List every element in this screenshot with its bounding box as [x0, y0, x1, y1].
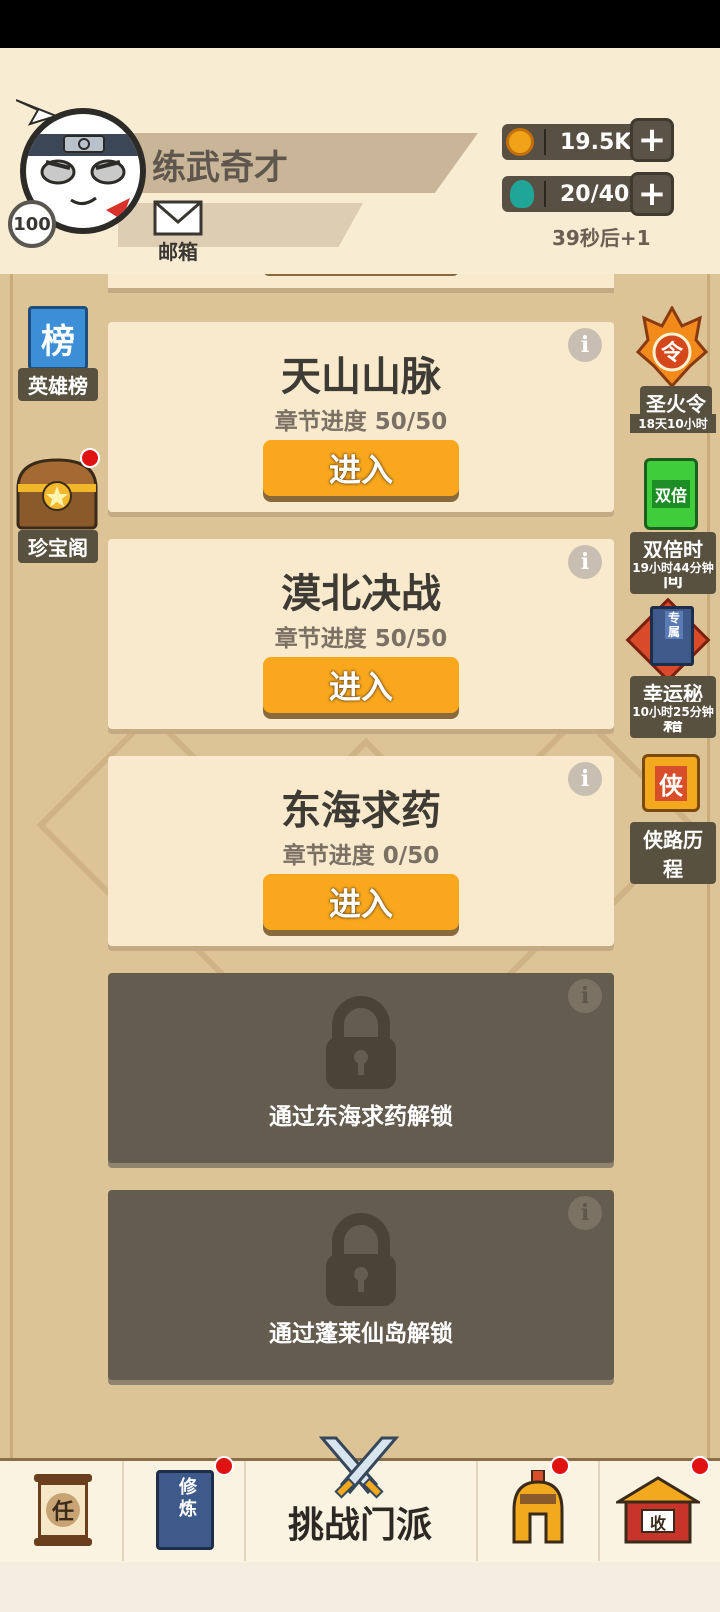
notification-dot [80, 448, 100, 468]
chapter-title: 东海求药 [281, 788, 441, 834]
ranking-board-icon: 榜 [28, 306, 88, 370]
chapter-progress: 章节进度 50/50 [274, 409, 448, 435]
energy-orb-icon [510, 180, 534, 208]
envelope-icon [153, 200, 203, 236]
coin-icon [506, 128, 534, 156]
helmet-icon [512, 1470, 564, 1544]
add-copper-button[interactable]: + [630, 118, 674, 162]
double-time-timer: 19小时44分钟 [630, 558, 716, 577]
info-icon[interactable]: i [568, 762, 602, 796]
nav-collect-button[interactable]: 收 [600, 1456, 720, 1558]
collect-icon-text: 收 [649, 1514, 666, 1533]
copper-counter: 19.5K [502, 124, 642, 160]
challenge-label: 挑战门派 [287, 1505, 432, 1546]
chapter-card: 漠北决战 章节进度 50/50 进入 i [108, 539, 614, 729]
copper-divider [544, 129, 546, 155]
level-badge: 100 [8, 200, 56, 248]
secret-book-text: 专属 [665, 611, 683, 639]
padlock-icon [326, 996, 396, 1089]
training-book-icon: 修炼 [156, 1470, 214, 1550]
locked-chapter-card: 通过蓬莱仙岛解锁 i [108, 1190, 614, 1380]
hero-path-button[interactable]: 侠 侠路历程 [630, 744, 716, 884]
info-icon[interactable]: i [568, 545, 602, 579]
double-ticket-icon: 双倍 [644, 458, 698, 530]
double-time-button[interactable]: 双倍 双倍时间 19小时44分钟 [630, 456, 716, 594]
lucky-book-button[interactable]: 专属 幸运秘籍 10小时25分钟 [625, 597, 716, 738]
player-name: 练武奇才 [152, 148, 288, 188]
padlock-icon [326, 1213, 396, 1306]
energy-value: 20/40 [560, 181, 630, 207]
notification-dot [550, 1456, 570, 1476]
treasure-pavilion-button[interactable]: 珍宝阁 [14, 448, 102, 564]
hero-path-text: 侠 [655, 765, 687, 801]
flame-token-icon: 令 [636, 306, 708, 389]
nav-training-button[interactable]: 修炼 [124, 1456, 242, 1558]
nav-task-button[interactable]: 任 [0, 1462, 120, 1558]
task-scroll-icon: 任 [34, 1474, 92, 1546]
enter-button[interactable]: 进入 [263, 657, 459, 713]
svg-text:令: 令 [661, 340, 684, 366]
notification-dot [690, 1456, 710, 1476]
unlock-requirement: 通过东海求药解锁 [269, 1104, 453, 1130]
add-energy-button[interactable]: + [630, 172, 674, 216]
notification-dot [214, 1456, 234, 1476]
hero-ranking-button[interactable]: 榜 英雄榜 [16, 304, 100, 402]
copper-value: 19.5K [560, 129, 632, 155]
enter-button[interactable]: 进入 [263, 440, 459, 496]
energy-divider [544, 181, 546, 207]
mail-label: 邮箱 [158, 240, 198, 264]
locked-chapter-card: 通过东海求药解锁 i [108, 973, 614, 1163]
energy-timer: 39秒后+1 [552, 226, 651, 250]
flame-token-timer: 18天10小时 [630, 414, 716, 433]
chapter-progress: 章节进度 50/50 [274, 626, 448, 652]
secret-book-icon: 专属 [650, 606, 694, 666]
info-icon[interactable]: i [568, 328, 602, 362]
system-nav-strip [0, 1562, 720, 1612]
hero-path-icon: 侠 [642, 754, 700, 812]
partial-card-button [263, 274, 459, 276]
training-book-text: 修炼 [179, 1477, 197, 1520]
energy-counter: 20/40 [502, 176, 642, 212]
flame-token-button[interactable]: 令 圣火令 18天10小时 [630, 306, 716, 434]
nav-equipment-button[interactable] [478, 1456, 596, 1558]
hero-ranking-label: 英雄榜 [18, 368, 98, 401]
partial-card [108, 274, 614, 288]
chapter-card: 天山山脉 章节进度 50/50 进入 i [108, 322, 614, 512]
hero-path-label: 侠路历程 [630, 822, 716, 884]
headband-spike-icon [15, 96, 60, 126]
double-ticket-text: 双倍 [651, 480, 690, 508]
status-bar [0, 0, 720, 48]
task-icon-text: 任 [46, 1493, 80, 1527]
chapter-card: 东海求药 章节进度 0/50 进入 i [108, 756, 614, 946]
info-icon[interactable]: i [568, 1196, 602, 1230]
enter-button[interactable]: 进入 [263, 874, 459, 930]
info-icon[interactable]: i [568, 979, 602, 1013]
nav-challenge-button[interactable]: 挑战门派 [246, 1434, 474, 1558]
lucky-book-timer: 10小时25分钟 [630, 702, 716, 721]
treasure-pavilion-label: 珍宝阁 [18, 530, 98, 563]
unlock-requirement: 通过蓬莱仙岛解锁 [269, 1321, 453, 1347]
chapter-title: 漠北决战 [281, 571, 441, 617]
chapter-progress: 章节进度 0/50 [282, 843, 440, 869]
chapter-title: 天山山脉 [281, 354, 441, 400]
